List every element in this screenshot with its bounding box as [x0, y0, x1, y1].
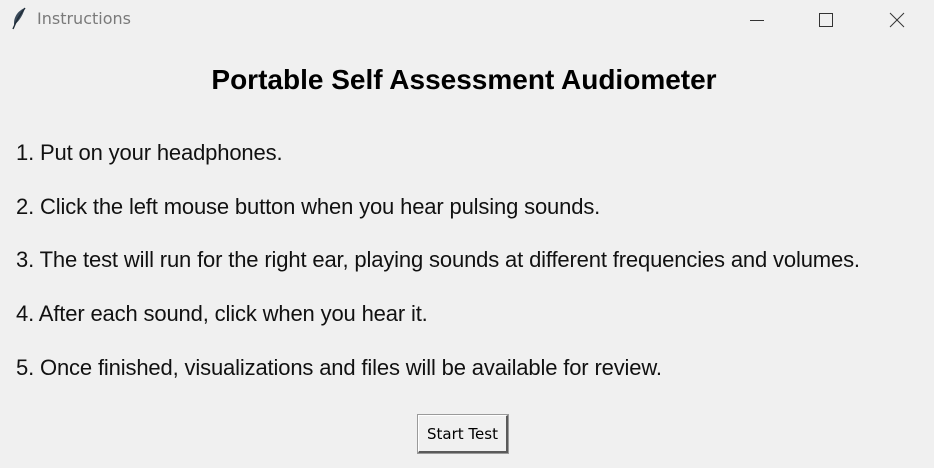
- close-icon: [889, 12, 905, 28]
- close-button[interactable]: [874, 0, 920, 40]
- instruction-step-1: 1. Put on your headphones.: [16, 140, 283, 165]
- start-test-button[interactable]: Start Test: [418, 415, 508, 453]
- maximize-icon: [818, 12, 834, 28]
- instruction-step-3: 3. The test will run for the right ear, …: [16, 247, 860, 272]
- window-title: Instructions: [37, 9, 131, 28]
- instruction-step-2: 2. Click the left mouse button when you …: [16, 194, 601, 219]
- page-title: Portable Self Assessment Audiometer: [211, 64, 717, 95]
- feather-icon: [10, 7, 28, 31]
- instructions-window: Instructions Portable Self Assessment Au…: [0, 0, 934, 468]
- minimize-icon: [749, 12, 765, 28]
- instruction-step-4: 4. After each sound, click when you hear…: [16, 301, 428, 326]
- minimize-button[interactable]: [734, 0, 780, 40]
- instruction-step-5: 5. Once finished, visualizations and fil…: [16, 355, 662, 380]
- title-bar[interactable]: Instructions: [0, 0, 934, 40]
- maximize-button[interactable]: [803, 0, 849, 40]
